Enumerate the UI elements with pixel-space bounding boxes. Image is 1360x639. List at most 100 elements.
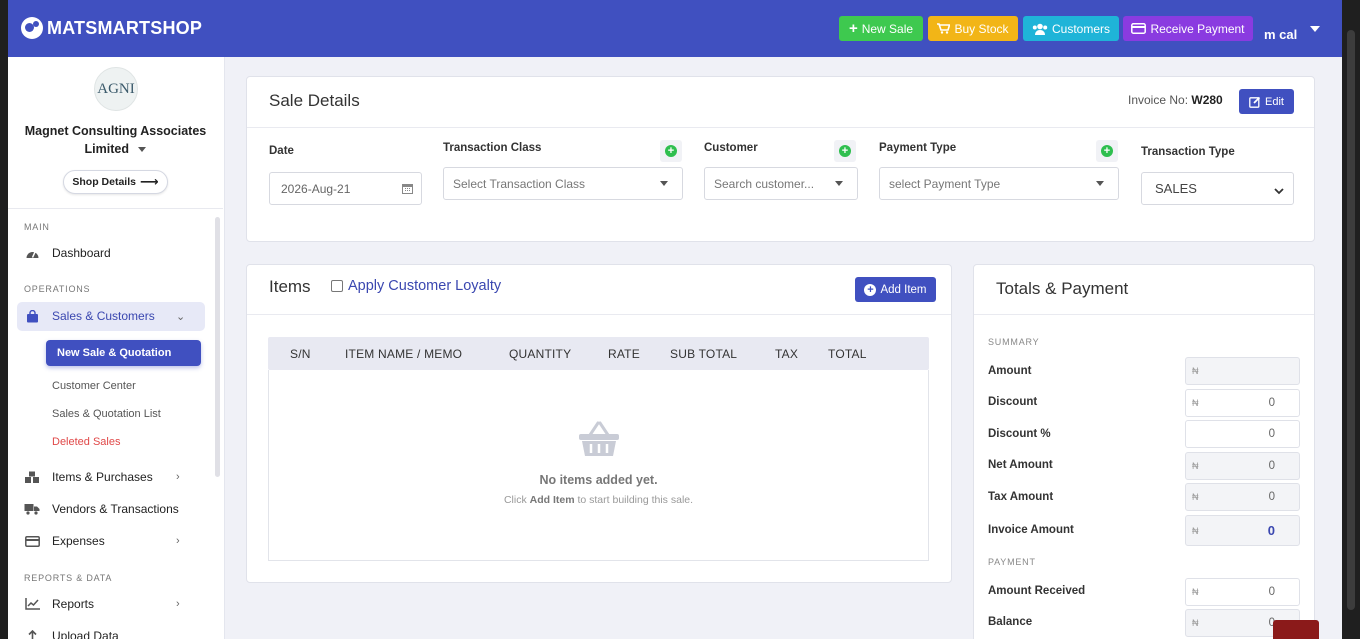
receive-payment-button[interactable]: Receive Payment bbox=[1123, 16, 1253, 41]
items-title: Items bbox=[269, 277, 311, 296]
empty-state-title: No items added yet. bbox=[539, 473, 658, 487]
chevron-right-icon[interactable]: › bbox=[176, 471, 180, 483]
add-payment-type-button[interactable]: + bbox=[1096, 140, 1118, 162]
amount-received-label: Amount Received bbox=[988, 585, 1086, 597]
cart-icon bbox=[937, 23, 951, 34]
tax-amount-field: ₦ 0 bbox=[1185, 483, 1300, 511]
sidebar-subitem-customer-center[interactable]: Customer Center bbox=[52, 380, 136, 392]
chevron-down-icon[interactable]: ⌄ bbox=[176, 310, 185, 323]
transaction-class-select[interactable]: Select Transaction Class bbox=[443, 167, 683, 200]
amount-received-input[interactable]: ₦ 0 bbox=[1185, 578, 1300, 606]
loyalty-checkbox[interactable] bbox=[331, 280, 343, 292]
sale-details-title: Sale Details bbox=[269, 91, 360, 110]
sidebar-subitem-new-sale[interactable]: New Sale & Quotation bbox=[46, 340, 201, 366]
shopping-bag-icon bbox=[24, 309, 40, 323]
section-reports: REPORTS & DATA bbox=[24, 573, 113, 583]
apply-loyalty-toggle[interactable]: Apply Customer Loyalty bbox=[331, 278, 501, 294]
col-sn: S/N bbox=[290, 347, 311, 361]
new-sale-button[interactable]: + New Sale bbox=[839, 16, 923, 41]
amount-label: Amount bbox=[988, 365, 1032, 377]
window-scrollbar-track bbox=[1342, 0, 1360, 639]
payment-type-select[interactable]: select Payment Type bbox=[879, 167, 1119, 200]
sidebar-item-vendors[interactable]: Vendors & Transactions bbox=[24, 502, 179, 516]
transaction-type-select[interactable]: SALES bbox=[1141, 172, 1294, 205]
net-amount-label: Net Amount bbox=[988, 459, 1053, 471]
buy-stock-button[interactable]: Buy Stock bbox=[928, 16, 1018, 41]
upload-icon bbox=[24, 629, 40, 639]
customers-button[interactable]: Customers bbox=[1023, 16, 1119, 41]
items-table-body: No items added yet. Click Add Item to st… bbox=[268, 370, 929, 561]
add-item-button[interactable]: + Add Item bbox=[855, 277, 936, 302]
user-dropdown-caret-icon[interactable] bbox=[1310, 26, 1320, 32]
shop-details-button[interactable]: Shop Details ⟶ bbox=[63, 170, 168, 194]
caret-down-icon bbox=[1096, 181, 1104, 186]
transaction-type-label: Transaction Type bbox=[1141, 146, 1235, 158]
chevron-down-icon bbox=[1274, 183, 1284, 198]
col-total: TOTAL bbox=[828, 347, 867, 361]
plus-circle-icon: + bbox=[864, 283, 877, 296]
customer-label: Customer bbox=[704, 142, 758, 154]
invoice-number: Invoice No: W280 bbox=[1128, 93, 1223, 107]
chevron-right-icon[interactable]: › bbox=[176, 598, 180, 610]
empty-state-hint: Click Add Item to start building this sa… bbox=[503, 494, 694, 506]
edit-invoice-button[interactable]: Edit bbox=[1239, 89, 1294, 114]
sidebar-item-upload-data[interactable]: Upload Data bbox=[24, 629, 119, 639]
date-input[interactable]: 2026-Aug-21 bbox=[269, 172, 422, 205]
brand[interactable]: MATSMARTSHOP bbox=[21, 17, 202, 39]
plus-icon: + bbox=[848, 20, 858, 37]
dashboard-icon bbox=[24, 247, 40, 259]
tax-amount-label: Tax Amount bbox=[988, 491, 1054, 503]
col-quantity: QUANTITY bbox=[509, 347, 572, 361]
sidebar-scrollbar[interactable] bbox=[215, 217, 220, 477]
col-rate: RATE bbox=[608, 347, 640, 361]
floating-action-button[interactable] bbox=[1273, 620, 1319, 639]
items-table-header: S/N ITEM NAME / MEMO QUANTITY RATE SUB T… bbox=[268, 337, 929, 370]
users-icon bbox=[1032, 23, 1048, 35]
col-item-name: ITEM NAME / MEMO bbox=[345, 347, 463, 361]
divider bbox=[247, 314, 951, 315]
col-subtotal: SUB TOTAL bbox=[670, 347, 738, 361]
line-chart-icon bbox=[24, 598, 40, 610]
calendar-icon bbox=[402, 183, 413, 197]
user-menu[interactable]: m cal bbox=[1264, 27, 1297, 42]
org-name[interactable]: Magnet Consulting Associates Limited bbox=[8, 122, 223, 158]
brand-logo-icon bbox=[21, 17, 43, 39]
plus-circle-icon: + bbox=[665, 145, 677, 157]
col-tax: TAX bbox=[775, 347, 799, 361]
truck-icon bbox=[24, 503, 40, 515]
chevron-right-icon[interactable]: › bbox=[176, 535, 180, 547]
section-operations: OPERATIONS bbox=[24, 284, 91, 294]
section-main: MAIN bbox=[24, 222, 50, 232]
sidebar-item-sales-customers[interactable]: Sales & Customers bbox=[24, 309, 155, 323]
add-customer-button[interactable]: + bbox=[834, 140, 856, 162]
balance-label: Balance bbox=[988, 616, 1033, 628]
sidebar-item-dashboard[interactable]: Dashboard bbox=[24, 246, 111, 260]
edit-icon bbox=[1249, 96, 1261, 108]
boxes-icon bbox=[24, 471, 40, 484]
sale-details-card: Sale Details Invoice No: W280 Edit Date … bbox=[246, 76, 1315, 242]
caret-down-icon bbox=[835, 181, 843, 186]
caret-down-icon bbox=[138, 147, 147, 153]
customer-search-select[interactable]: Search customer... bbox=[704, 167, 858, 200]
divider bbox=[974, 314, 1314, 315]
sidebar-subitem-deleted-sales[interactable]: Deleted Sales bbox=[52, 436, 121, 448]
divider bbox=[247, 127, 1314, 128]
discount-input[interactable]: ₦ 0 bbox=[1185, 389, 1300, 417]
sidebar-subitem-sales-list[interactable]: Sales & Quotation List bbox=[52, 408, 161, 420]
divider bbox=[8, 208, 223, 209]
invoice-amount-field: ₦ 0 bbox=[1185, 515, 1300, 546]
discount-label: Discount bbox=[988, 396, 1038, 408]
sidebar-item-reports[interactable]: Reports bbox=[24, 597, 94, 611]
add-transaction-class-button[interactable]: + bbox=[660, 140, 682, 162]
discount-percent-input[interactable]: 0 bbox=[1185, 420, 1300, 448]
payment-type-label: Payment Type bbox=[879, 142, 957, 154]
top-navbar: MATSMARTSHOP + New Sale Buy Stock Custom… bbox=[8, 0, 1342, 57]
net-amount-field: ₦ 0 bbox=[1185, 452, 1300, 480]
amount-field: ₦ bbox=[1185, 357, 1300, 385]
sidebar-item-items-purchases[interactable]: Items & Purchases bbox=[24, 470, 153, 484]
window-scrollbar-thumb[interactable] bbox=[1347, 30, 1355, 610]
transaction-class-label: Transaction Class bbox=[443, 142, 542, 154]
totals-title: Totals & Payment bbox=[996, 279, 1129, 298]
invoice-amount-label: Invoice Amount bbox=[988, 524, 1074, 536]
sidebar-item-expenses[interactable]: Expenses bbox=[24, 534, 105, 548]
